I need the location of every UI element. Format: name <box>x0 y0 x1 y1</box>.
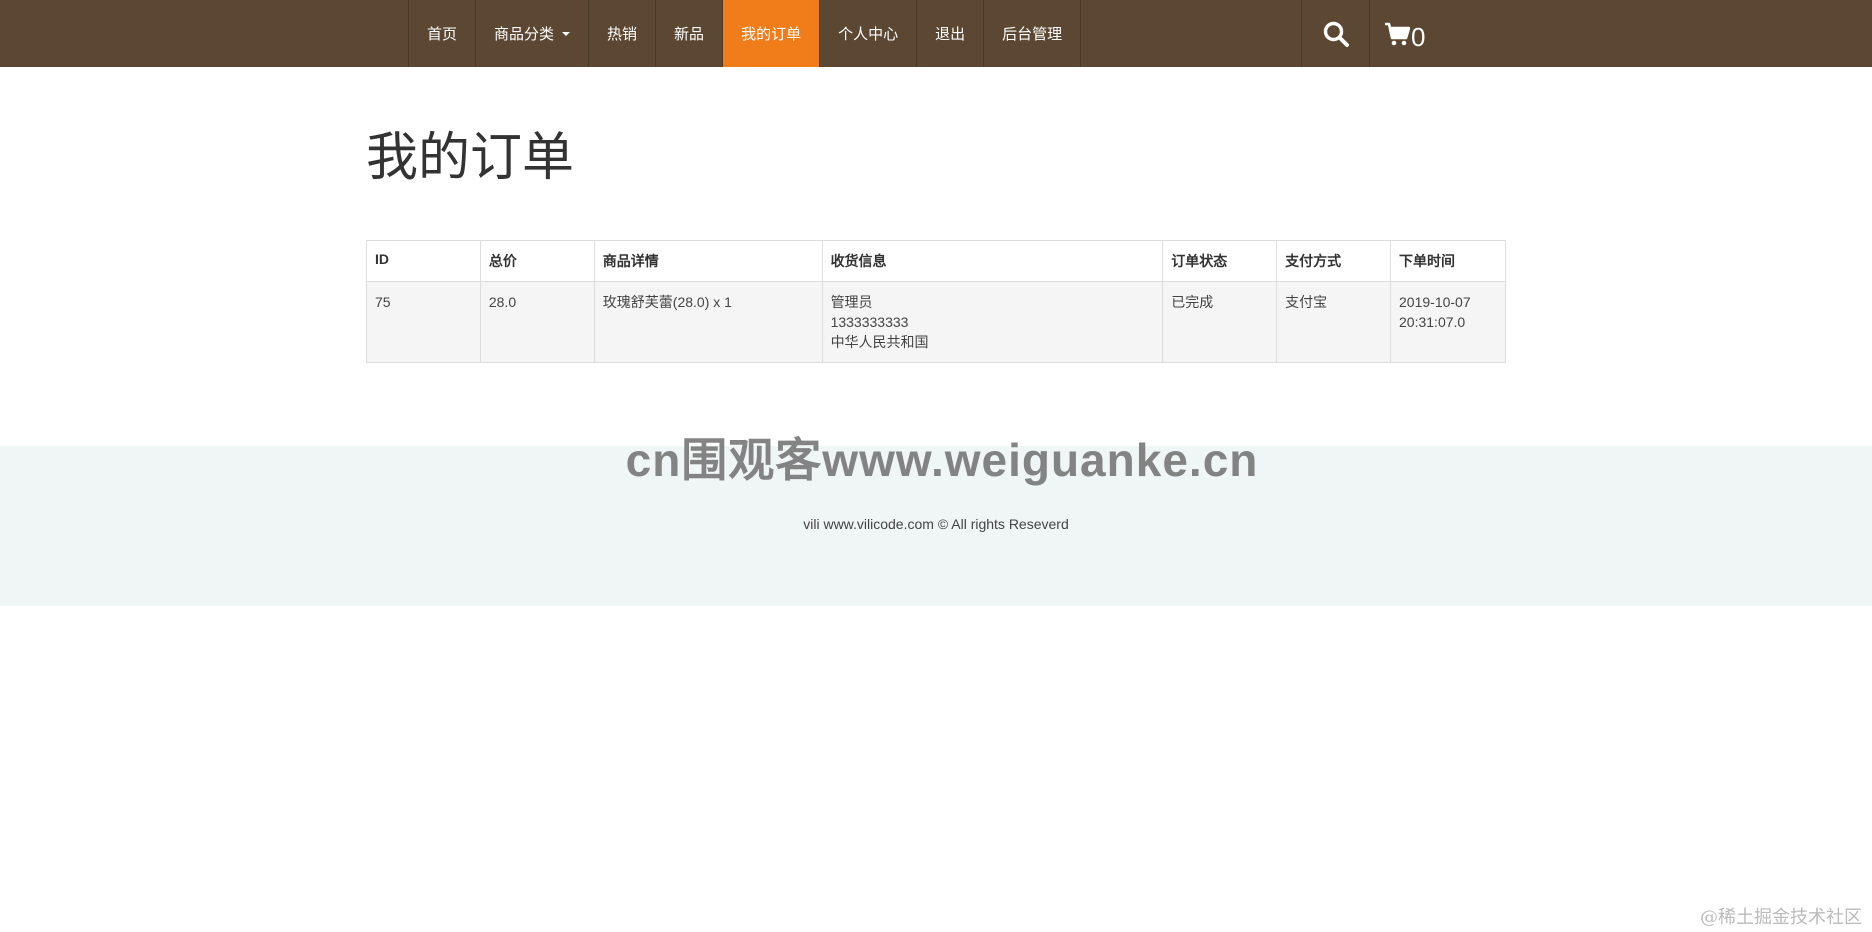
footer-copyright: vili www.vilicode.com © All rights Resev… <box>803 516 1069 532</box>
order-details: 玫瑰舒芙蕾(28.0) x 1 <box>593 281 823 363</box>
order-id: 75 <box>366 281 481 363</box>
nav-item-label: 退出 <box>935 26 966 43</box>
receiver-address: 中华人民共和国 <box>830 334 929 350</box>
column-header: 商品详情 <box>593 240 823 282</box>
shopping-cart-icon <box>1385 22 1410 45</box>
caret-down-icon <box>562 31 571 36</box>
receiver-name: 管理员 <box>830 294 873 310</box>
cart-count: 0 <box>1411 21 1426 52</box>
order-clock: 20:31:07.0 <box>1399 314 1466 330</box>
nav-actions: 0 <box>1301 0 1439 67</box>
nav-item-label: 个人中心 <box>838 26 899 43</box>
column-header: 收货信息 <box>821 240 1164 282</box>
nav-item-label: 后台管理 <box>1002 26 1063 43</box>
order-date: 2019-10-07 <box>1399 294 1471 310</box>
nav-item-home[interactable]: 首页 <box>409 0 477 67</box>
search-button[interactable] <box>1302 0 1370 67</box>
nav-item-admin[interactable]: 后台管理 <box>984 0 1082 67</box>
order-payment: 支付宝 <box>1276 281 1392 363</box>
column-header: ID <box>366 240 481 282</box>
nav-item-logout[interactable]: 退出 <box>917 0 985 67</box>
nav-item-label: 首页 <box>427 26 458 43</box>
column-header: 下单时间 <box>1390 240 1506 282</box>
page-title: 我的订单 <box>366 129 575 187</box>
nav-menu: 首页 商品分类 热销 新品 我的订单 个人中心 退出 后台管理 <box>408 0 1082 67</box>
table-header-row: ID 总价 商品详情 收货信息 订单状态 支付方式 下单时间 <box>366 240 1506 282</box>
nav-item-my-orders[interactable]: 我的订单 <box>723 0 821 67</box>
order-time: 2019-10-07 20:31:07.0 <box>1390 281 1506 363</box>
cart-button[interactable]: 0 <box>1370 0 1439 67</box>
top-navbar: 首页 商品分类 热销 新品 我的订单 个人中心 退出 后台管理 0 <box>0 0 1872 67</box>
table-row: 75 28.0 玫瑰舒芙蕾(28.0) x 1 管理员 1333333333 中… <box>366 281 1506 363</box>
column-header: 订单状态 <box>1162 240 1278 282</box>
corner-watermark: @稀土掘金技术社区 <box>1700 907 1862 928</box>
column-header: 总价 <box>479 240 595 282</box>
nav-item-label: 商品分类 <box>494 26 555 43</box>
order-shipping-info: 管理员 1333333333 中华人民共和国 <box>821 281 1164 363</box>
order-status: 已完成 <box>1162 281 1278 363</box>
search-icon <box>1323 21 1349 47</box>
nav-item-hot[interactable]: 热销 <box>589 0 657 67</box>
nav-item-label: 我的订单 <box>741 26 802 43</box>
orders-table: ID 总价 商品详情 收货信息 订单状态 支付方式 下单时间 75 28.0 玫… <box>366 240 1506 363</box>
column-header: 支付方式 <box>1276 240 1392 282</box>
nav-item-profile[interactable]: 个人中心 <box>820 0 918 67</box>
order-total: 28.0 <box>479 281 595 363</box>
receiver-phone: 1333333333 <box>830 314 909 330</box>
nav-item-label: 热销 <box>607 26 638 43</box>
nav-item-new[interactable]: 新品 <box>656 0 724 67</box>
nav-item-label: 新品 <box>674 26 705 43</box>
nav-item-categories[interactable]: 商品分类 <box>476 0 590 67</box>
watermark-text: cn围观客www.weiguanke.cn <box>625 434 1259 486</box>
